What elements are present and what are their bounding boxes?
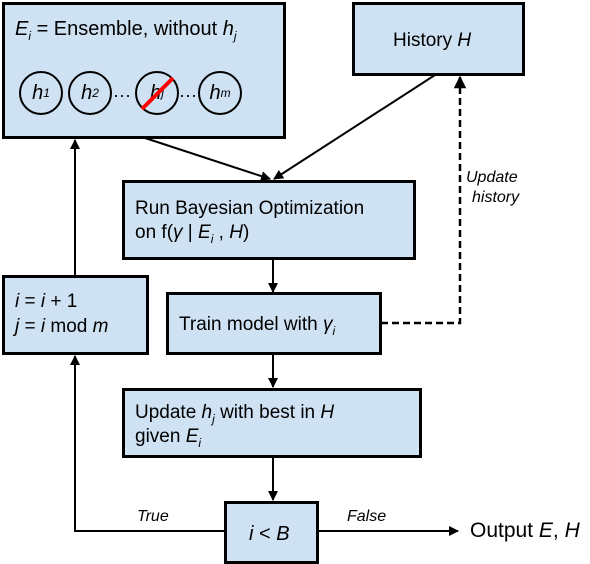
condition-box: i < B bbox=[224, 501, 319, 564]
increment-line1: i = i + 1 bbox=[15, 291, 78, 312]
edge-history-to-bo bbox=[273, 74, 436, 180]
update-line1: Update hj with best in H bbox=[135, 402, 335, 426]
strike-icon bbox=[140, 76, 175, 111]
train-label: Train model with γi bbox=[179, 314, 336, 338]
update-ensemble-box: Update hj with best in H given Ei bbox=[122, 388, 422, 458]
train-model-box: Train model with γi bbox=[166, 292, 382, 355]
history-label: History H bbox=[393, 30, 472, 51]
ellipsis: ··· bbox=[113, 85, 131, 105]
update-history-label: Update history bbox=[466, 169, 520, 206]
ensemble-member-h1: h1 bbox=[19, 71, 63, 115]
increment-line2: j = i mod m bbox=[15, 316, 109, 337]
ensemble-member-hm: hm bbox=[198, 71, 242, 115]
bo-line2: on f(γ | Ei , H) bbox=[135, 222, 250, 246]
edge-ensemble-to-bo bbox=[144, 137, 271, 181]
ensemble-member-hj-removed: hj bbox=[135, 71, 179, 115]
true-label: True bbox=[137, 508, 169, 525]
history-box: History H bbox=[352, 2, 525, 76]
ensemble-box: Ei = Ensemble, without hj h1 h2 ··· hj ·… bbox=[2, 2, 286, 139]
output-label: Output E, H bbox=[470, 519, 580, 542]
bayesian-optimization-box: Run Bayesian Optimization on f(γ | Ei , … bbox=[122, 180, 416, 260]
condition-label: i < B bbox=[249, 523, 290, 545]
bo-line1: Run Bayesian Optimization bbox=[135, 198, 365, 219]
ellipsis: ··· bbox=[179, 85, 197, 105]
false-label: False bbox=[347, 508, 387, 525]
update-line2: given Ei bbox=[135, 426, 202, 450]
increment-box: i = i + 1 j = i mod m bbox=[2, 275, 149, 355]
ensemble-member-h2: h2 bbox=[68, 71, 112, 115]
ensemble-title: Ei = Ensemble, without hj bbox=[15, 18, 237, 43]
